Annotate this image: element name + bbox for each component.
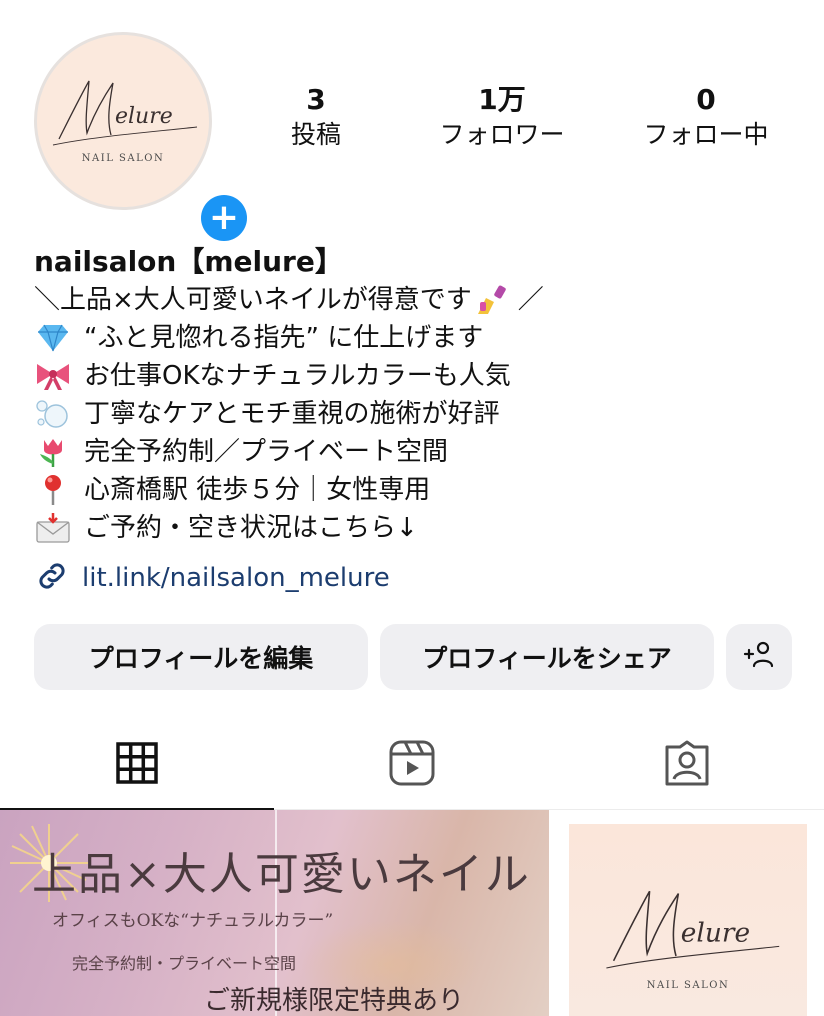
followers-label: フォロワー [439, 120, 565, 149]
bio-line: 心斎橋駅 徒歩５分｜女性専用 [34, 471, 794, 509]
plus-icon: + [201, 195, 247, 241]
tab-posts[interactable] [0, 720, 274, 811]
avatar[interactable]: elure NAIL SALON [34, 32, 212, 210]
salon-logo: elure [606, 890, 780, 969]
following-stat[interactable]: 0 フォロー中 [626, 82, 786, 152]
post-headline: 上品×大人可愛いネイル [32, 849, 531, 900]
share-profile-button[interactable]: プロフィールをシェア [380, 624, 714, 690]
bio-text: “ふと見惚れる指先” に仕上げます [84, 323, 484, 353]
posts-stat[interactable]: 3 投稿 [266, 82, 366, 152]
tulip-icon [34, 436, 72, 468]
svg-text:elure: elure [681, 918, 750, 949]
bio-line: “ふと見惚れる指先” に仕上げます [34, 319, 794, 357]
link-text[interactable]: lit.link/nailsalon_melure [82, 563, 390, 593]
following-label: フォロー中 [643, 120, 769, 149]
logo-subtitle: NAIL SALON [81, 153, 165, 164]
bio-line: 丁寧なケアとモチ重視の施術が好評 [34, 395, 794, 433]
bio-text: 丁寧なケアとモチ重視の施術が好評 [84, 399, 500, 429]
posts-grid: 上品×大人可愛いネイル オフィスもOKな“ナチュラルカラー” 完全予約制・プライ… [0, 810, 824, 1016]
ribbon-icon [34, 360, 72, 392]
profile-tabs [0, 720, 824, 811]
profile-name: nailsalon【melure】 [34, 245, 343, 278]
bio-line: お仕事OKなナチュラルカラーも人気 [34, 357, 794, 395]
profile-bio: ＼上品×大人可愛いネイルが得意です ／ “ふと見惚れる指先” に仕上げます お仕… [34, 281, 794, 547]
following-count: 0 [696, 83, 716, 116]
bio-text: ＼上品×大人可愛いネイルが得意です [34, 285, 472, 315]
bio-text-suffix: ／ [517, 285, 544, 315]
post-subtitle: オフィスもOKな“ナチュラルカラー” [52, 911, 334, 931]
nail-polish-icon [474, 284, 512, 316]
grid-icon [114, 740, 160, 790]
add-story-button[interactable]: + [196, 190, 252, 246]
pin-icon [34, 474, 72, 506]
profile-actions: プロフィールを編集 プロフィールをシェア [34, 624, 794, 690]
bio-line: ＼上品×大人可愛いネイルが得意です ／ [34, 281, 794, 319]
svg-text:elure: elure [115, 104, 173, 129]
bio-line: 完全予約制／プライベート空間 [34, 433, 794, 471]
posts-label: 投稿 [290, 120, 341, 149]
bio-text: ご予約・空き状況はこちら↓ [84, 513, 418, 543]
bio-line: ご予約・空き状況はこちら↓ [34, 509, 794, 547]
edit-profile-button[interactable]: プロフィールを編集 [34, 624, 368, 690]
followers-count: 1万 [478, 83, 526, 116]
gem-icon [34, 322, 72, 354]
salon-logo: elure [52, 80, 198, 146]
tab-tagged[interactable] [550, 720, 824, 810]
post-subtitle: ご新規様限定特典あり [204, 986, 465, 1016]
reels-icon [388, 739, 436, 791]
discover-people-button[interactable] [726, 624, 792, 690]
tab-reels[interactable] [275, 720, 549, 810]
envelope-icon [34, 512, 72, 544]
add-person-icon [742, 639, 776, 675]
bio-text: 完全予約制／プライベート空間 [84, 437, 449, 467]
followers-stat[interactable]: 1万 フォロワー [422, 82, 582, 152]
bio-text: 心斎橋駅 徒歩５分｜女性専用 [84, 475, 431, 505]
bubbles-icon [34, 398, 72, 430]
post-tile[interactable]: 上品×大人可愛いネイル オフィスもOKな“ナチュラルカラー” 完全予約制・プライ… [0, 810, 549, 1016]
link-icon [34, 558, 70, 598]
post-logo-card: elure NAIL SALON [569, 824, 807, 1016]
bio-text: お仕事OKなナチュラルカラーも人気 [84, 361, 511, 391]
post-tile[interactable]: elure NAIL SALON [551, 810, 824, 1016]
tagged-icon [663, 739, 711, 791]
logo-subtitle: NAIL SALON [646, 980, 730, 991]
posts-count: 3 [306, 83, 326, 116]
profile-link[interactable]: lit.link/nailsalon_melure [34, 558, 390, 598]
post-subtitle: 完全予約制・プライベート空間 [72, 954, 297, 973]
profile-avatar[interactable]: elure NAIL SALON + [34, 32, 252, 246]
